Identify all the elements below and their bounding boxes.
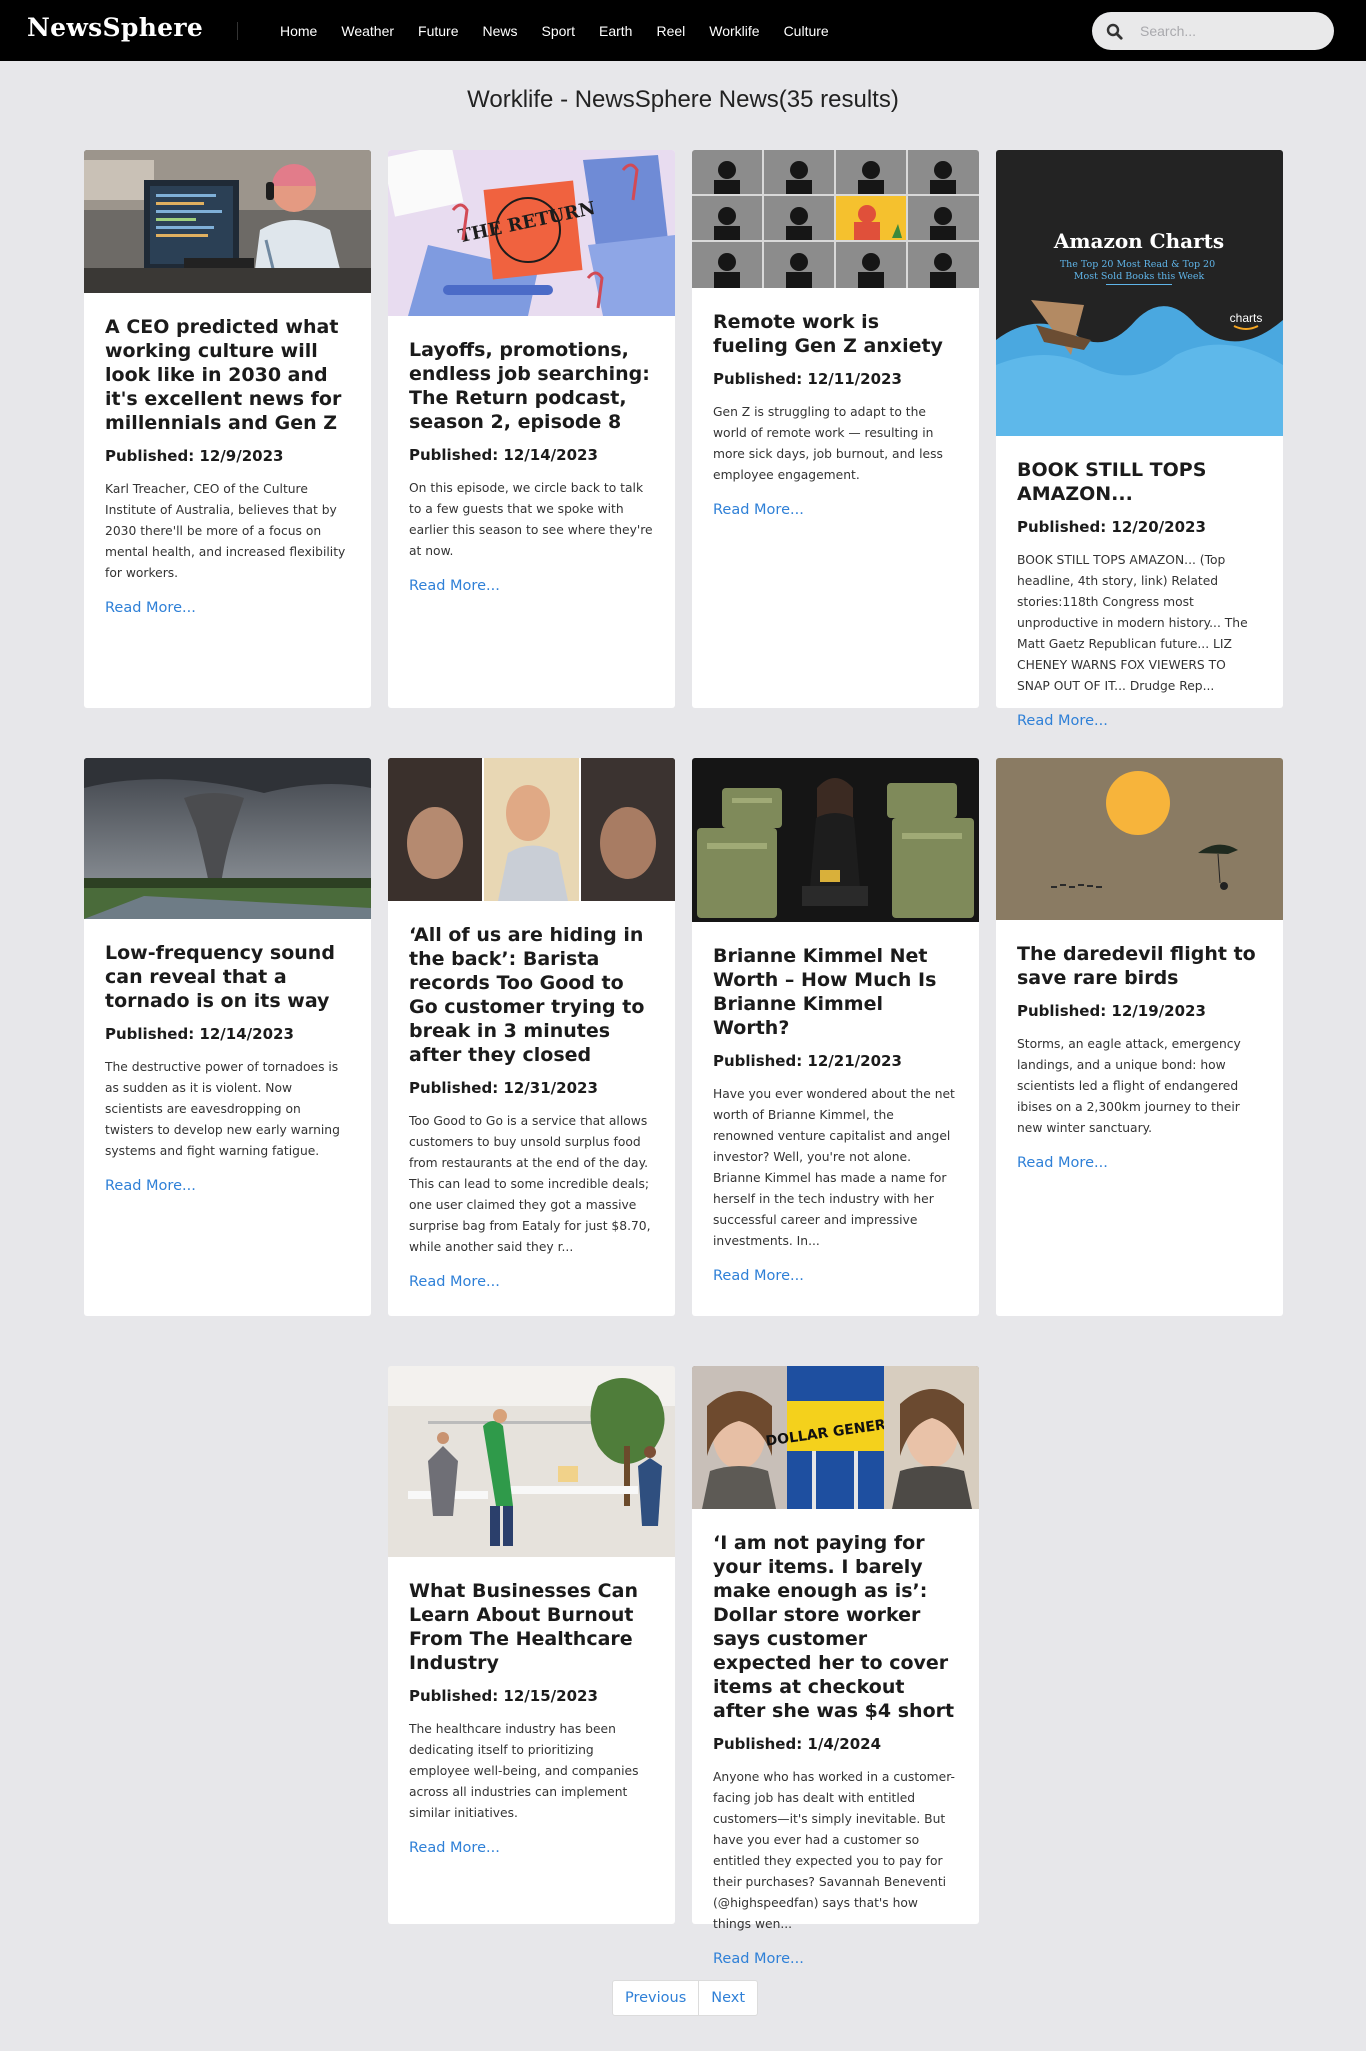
nav-worklife[interactable]: Worklife — [709, 23, 759, 39]
nav-culture[interactable]: Culture — [784, 23, 829, 39]
article-image[interactable]: DOLLAR GENERAL — [692, 1366, 979, 1509]
article-card: ‘All of us are hiding in the back’: Bari… — [388, 758, 675, 1316]
article-card: Brianne Kimmel Net Worth – How Much Is B… — [692, 758, 979, 1316]
article-summary: Karl Treacher, CEO of the Culture Instit… — [105, 482, 346, 580]
article-title[interactable]: The daredevil flight to save rare birds — [1017, 942, 1262, 990]
article-title[interactable]: BOOK STILL TOPS AMAZON... — [1017, 458, 1262, 506]
article-published-date: Published: 1/4/2024 — [713, 1735, 882, 1753]
read-more-link[interactable]: Read More... — [105, 1178, 350, 1194]
read-more-link[interactable]: Read More... — [1017, 713, 1262, 729]
article-title[interactable]: Remote work is fueling Gen Z anxiety — [713, 310, 958, 358]
article-published-date: Published: 12/11/2023 — [713, 370, 902, 388]
article-published-date: Published: 12/31/2023 — [409, 1079, 598, 1097]
article-image[interactable]: THE RETURN — [388, 150, 675, 316]
article-title[interactable]: ‘All of us are hiding in the back’: Bari… — [409, 923, 654, 1067]
charts-logo: charts — [1230, 311, 1263, 325]
nav-future[interactable]: Future — [418, 23, 458, 39]
article-title[interactable]: Low-frequency sound can reveal that a to… — [105, 941, 350, 1013]
article-image[interactable] — [692, 758, 979, 922]
article-image[interactable] — [84, 150, 371, 293]
read-more-link[interactable]: Read More... — [713, 502, 958, 518]
article-card: The daredevil flight to save rare birds … — [996, 758, 1283, 1316]
nav-weather[interactable]: Weather — [341, 23, 394, 39]
article-published-date: Published: 12/19/2023 — [1017, 1002, 1206, 1020]
article-summary: BOOK STILL TOPS AMAZON... (Top headline,… — [1017, 553, 1248, 693]
article-published-date: Published: 12/14/2023 — [105, 1025, 294, 1043]
article-image[interactable]: Amazon Charts The Top 20 Most Read & Top… — [996, 150, 1283, 436]
brand-logo[interactable]: NewsSphere — [27, 13, 203, 42]
read-more-link[interactable]: Read More... — [409, 578, 654, 594]
article-summary: Storms, an eagle attack, emergency landi… — [1017, 1037, 1241, 1135]
previous-page-button[interactable]: Previous — [613, 1981, 698, 2015]
article-title[interactable]: What Businesses Can Learn About Burnout … — [409, 1579, 654, 1675]
article-card: DOLLAR GENERAL ‘I am not paying for your… — [692, 1366, 979, 1967]
article-card: Low-frequency sound can reveal that a to… — [84, 758, 371, 1316]
search-box — [1092, 12, 1334, 50]
read-more-link[interactable]: Read More... — [713, 1268, 958, 1284]
article-summary: The destructive power of tornadoes is as… — [105, 1060, 340, 1158]
article-title[interactable]: Layoffs, promotions, endless job searchi… — [409, 338, 654, 434]
main-nav: Home Weather Future News Sport Earth Ree… — [280, 0, 853, 61]
article-summary: Have you ever wondered about the net wor… — [713, 1087, 955, 1248]
next-page-button[interactable]: Next — [698, 1981, 757, 2015]
nav-earth[interactable]: Earth — [599, 23, 632, 39]
article-summary: Gen Z is struggling to adapt to the worl… — [713, 405, 943, 482]
article-published-date: Published: 12/21/2023 — [713, 1052, 902, 1070]
article-title[interactable]: A CEO predicted what working culture wil… — [105, 315, 350, 435]
amazon-charts-subtitle-line-1: The Top 20 Most Read & Top 20 — [1060, 259, 1215, 270]
nav-news[interactable]: News — [483, 23, 518, 39]
article-image[interactable] — [388, 758, 675, 901]
read-more-link[interactable]: Read More... — [409, 1274, 654, 1290]
article-image[interactable] — [388, 1366, 675, 1557]
article-published-date: Published: 12/9/2023 — [105, 447, 284, 465]
nav-reel[interactable]: Reel — [656, 23, 685, 39]
read-more-link[interactable]: Read More... — [105, 600, 350, 616]
article-card: Remote work is fueling Gen Z anxiety Pub… — [692, 150, 979, 708]
pagination: Previous Next — [612, 1980, 759, 2016]
article-summary: On this episode, we circle back to talk … — [409, 481, 653, 558]
read-more-link[interactable]: Read More... — [1017, 1155, 1262, 1171]
article-title[interactable]: Brianne Kimmel Net Worth – How Much Is B… — [713, 944, 958, 1040]
amazon-charts-title: Amazon Charts — [1053, 229, 1224, 253]
article-summary: Too Good to Go is a service that allows … — [409, 1114, 651, 1254]
read-more-link[interactable]: Read More... — [409, 1840, 654, 1856]
amazon-charts-subtitle: The Top 20 Most Read & Top 20 Most Sold … — [1060, 259, 1218, 282]
search-input[interactable] — [1138, 22, 1322, 40]
amazon-charts-subtitle-line-2: Most Sold Books this Week — [1074, 271, 1205, 282]
nav-sport[interactable]: Sport — [542, 23, 575, 39]
brand-divider — [237, 22, 238, 40]
article-title[interactable]: ‘I am not paying for your items. I barel… — [713, 1531, 958, 1723]
article-image[interactable] — [996, 758, 1283, 920]
article-card: What Businesses Can Learn About Burnout … — [388, 1366, 675, 1924]
article-published-date: Published: 12/14/2023 — [409, 446, 598, 464]
article-card: THE RETURN Layoffs, promotions, endless … — [388, 150, 675, 708]
top-navbar: NewsSphere Home Weather Future News Spor… — [0, 0, 1366, 61]
article-image[interactable] — [84, 758, 371, 919]
article-summary: The healthcare industry has been dedicat… — [409, 1722, 639, 1820]
article-published-date: Published: 12/20/2023 — [1017, 518, 1206, 536]
article-card: Amazon Charts The Top 20 Most Read & Top… — [996, 150, 1283, 729]
article-published-date: Published: 12/15/2023 — [409, 1687, 598, 1705]
search-icon[interactable] — [1104, 21, 1124, 41]
page-title: Worklife - NewsSphere News(35 results) — [467, 86, 899, 113]
article-summary: Anyone who has worked in a customer-faci… — [713, 1770, 955, 1931]
article-image[interactable] — [692, 150, 979, 288]
article-card: A CEO predicted what working culture wil… — [84, 150, 371, 708]
read-more-link[interactable]: Read More... — [713, 1951, 958, 1967]
nav-home[interactable]: Home — [280, 23, 317, 39]
